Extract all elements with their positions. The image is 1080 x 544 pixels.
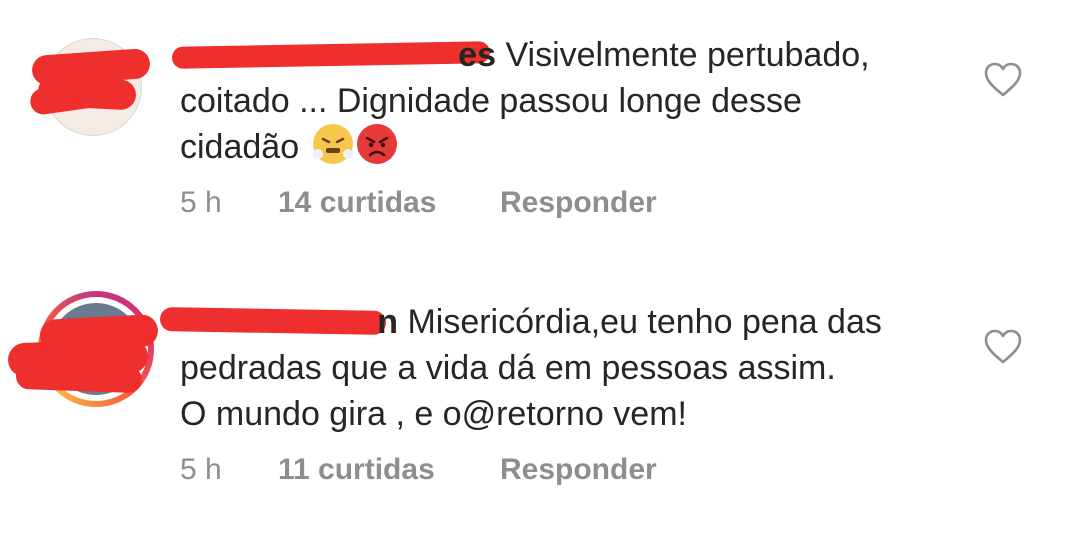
comment-text: es Visivelmente pertubado, coitado ... D… [171,32,940,170]
heart-outline-icon[interactable] [984,62,1022,98]
comment-text-line: Visivelmente pertubado, [496,36,870,74]
comment-text-line: cidadão [180,128,300,166]
comment-username[interactable]: es [458,32,496,78]
likes-count-link[interactable]: 14 curtidas [278,186,500,220]
comment-text-line: O mundo gira , e o@retorno vem! [180,395,687,433]
comment-time: 5 h [180,453,222,486]
steam-face-emoji [312,124,353,164]
comment-meta: 5 h 14 curtidas Responder [180,186,657,220]
heart-outline-icon[interactable] [984,329,1022,365]
redaction-mark [159,307,387,335]
comment-item: es Visivelmente pertubado, coitado ... D… [0,0,1080,265]
likes-count-link[interactable]: 11 curtidas [278,453,500,487]
reply-button[interactable]: Responder [500,186,657,220]
comment-text: n Misericórdia,eu tenho pena das pedrada… [159,299,940,437]
comment-time: 5 h [180,186,222,219]
comment-text-line: pedradas que a vida dá em pessoas assim. [180,349,836,387]
comment-meta: 5 h 11 curtidas Responder [180,453,657,487]
comment-text-line: coitado ... Dignidade passou longe desse [180,82,802,120]
comment-text-line: Misericórdia,eu tenho pena das [398,303,882,341]
comment-item: n Misericórdia,eu tenho pena das pedrada… [0,265,1080,544]
angry-face-emoji [356,124,397,164]
reply-button[interactable]: Responder [500,453,657,487]
redaction-mark [15,362,143,394]
comment-username[interactable]: n [377,299,398,345]
redaction-mark [171,41,491,69]
